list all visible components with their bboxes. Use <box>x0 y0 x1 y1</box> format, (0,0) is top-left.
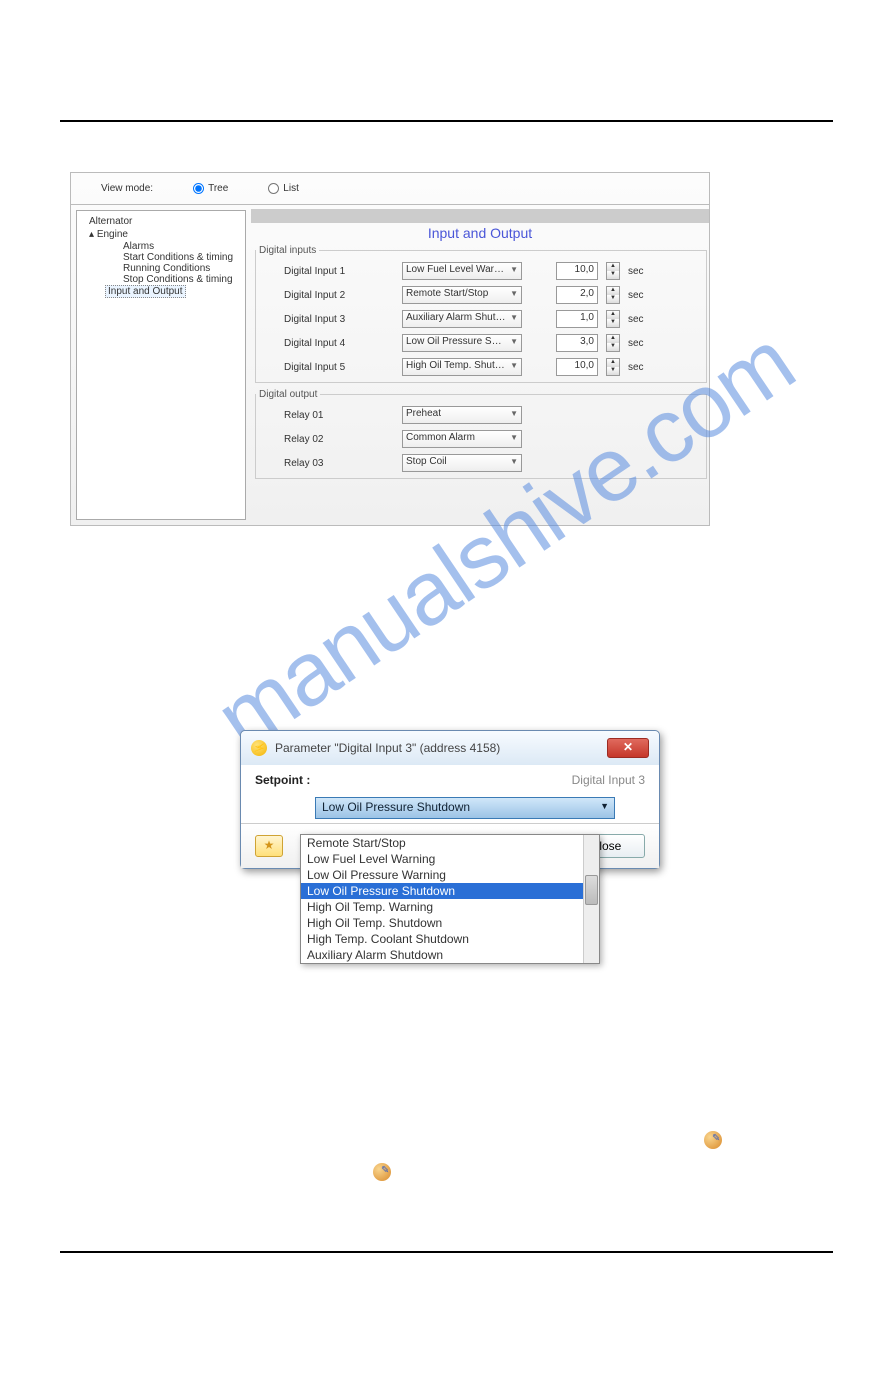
view-mode-row: View mode: Tree List <box>71 179 709 204</box>
tree-stop[interactable]: Stop Conditions & timing <box>79 274 243 285</box>
input1-delay[interactable]: 10,0 <box>556 262 598 280</box>
input-row-4: Digital Input 4 Low Oil Pressure Shutdow 3… <box>256 328 706 352</box>
view-mode-tree[interactable]: Tree <box>193 183 228 194</box>
option-1[interactable]: Low Fuel Level Warning <box>301 851 599 867</box>
input5-spin[interactable]: ▲▼ <box>606 358 620 376</box>
input5-delay[interactable]: 10,0 <box>556 358 598 376</box>
page-rule-bottom <box>60 1251 833 1253</box>
digital-inputs-group: Digital inputs Digital Input 1 Low Fuel L… <box>255 245 707 383</box>
relay2-label: Relay 02 <box>284 434 394 445</box>
input5-label: Digital Input 5 <box>284 362 394 373</box>
input-row-3: Digital Input 3 Auxiliary Alarm Shutdown 1… <box>256 304 706 328</box>
input-row-2: Digital Input 2 Remote Start/Stop 2,0 ▲▼ sec <box>256 280 706 304</box>
input1-label: Digital Input 1 <box>284 266 394 277</box>
view-mode-label: View mode: <box>101 183 153 194</box>
input2-combo[interactable]: Remote Start/Stop <box>402 286 522 304</box>
tree-start[interactable]: Start Conditions & timing <box>79 252 243 263</box>
input1-spin[interactable]: ▲▼ <box>606 262 620 280</box>
dropdown-scrollbar[interactable] <box>583 835 599 963</box>
bolt-icon: ⚡ <box>251 740 267 756</box>
radio-tree[interactable] <box>193 183 204 194</box>
view-mode-list[interactable]: List <box>268 183 299 194</box>
input3-combo[interactable]: Auxiliary Alarm Shutdown <box>402 310 522 328</box>
digital-output-group: Digital output Relay 01 Preheat Relay 02 C… <box>255 389 707 479</box>
input3-label: Digital Input 3 <box>284 314 394 325</box>
digital-inputs-legend: Digital inputs <box>256 245 319 256</box>
settings-panel: View mode: Tree List Alternator ▴ Engine… <box>70 172 710 526</box>
page-rule-top <box>60 120 833 122</box>
dialog-title-text: Parameter "Digital Input 3" (address 415… <box>275 741 500 755</box>
content-pane: Input and Output Digital inputs Digital … <box>251 205 709 525</box>
input2-label: Digital Input 2 <box>284 290 394 301</box>
input4-label: Digital Input 4 <box>284 338 394 349</box>
dialog-body: Setpoint : Digital Input 3 Low Oil Pressu… <box>241 765 659 823</box>
option-7[interactable]: Auxiliary Alarm Shutdown <box>301 947 599 963</box>
option-0[interactable]: Remote Start/Stop <box>301 835 599 851</box>
relay3-label: Relay 03 <box>284 458 394 469</box>
edit-icon <box>704 1131 722 1149</box>
option-3[interactable]: Low Oil Pressure Shutdown <box>301 883 599 899</box>
input4-combo[interactable]: Low Oil Pressure Shutdow <box>402 334 522 352</box>
dialog-titlebar[interactable]: ⚡ Parameter "Digital Input 3" (address 41… <box>241 731 659 765</box>
relay3-combo[interactable]: Stop Coil <box>402 454 522 472</box>
tree-running[interactable]: Running Conditions <box>79 263 243 274</box>
input-row-1: Digital Input 1 Low Fuel Level Warning 10,… <box>256 256 706 280</box>
setpoint-select[interactable]: Low Oil Pressure Shutdown <box>315 797 615 819</box>
input4-unit: sec <box>628 338 644 349</box>
tree-io-label: Input and Output <box>105 285 186 298</box>
input3-unit: sec <box>628 314 644 325</box>
view-mode-list-label: List <box>283 183 299 194</box>
radio-list[interactable] <box>268 183 279 194</box>
output-row-2: Relay 02 Common Alarm <box>256 424 706 448</box>
output-row-1: Relay 01 Preheat <box>256 400 706 424</box>
option-6[interactable]: High Temp. Coolant Shutdown <box>301 931 599 947</box>
tree-view[interactable]: Alternator ▴ Engine Alarms Start Conditi… <box>76 210 246 520</box>
input-row-5: Digital Input 5 High Oil Temp. Shutdown 10… <box>256 352 706 376</box>
view-mode-tree-label: Tree <box>208 183 228 194</box>
favorite-button[interactable]: ★ <box>255 835 283 857</box>
input4-delay[interactable]: 3,0 <box>556 334 598 352</box>
close-icon[interactable]: ✕ <box>607 738 649 758</box>
edit-icon <box>373 1163 391 1181</box>
content-header-bar <box>251 209 709 223</box>
tree-io[interactable]: Input and Output <box>79 285 243 298</box>
option-4[interactable]: High Oil Temp. Warning <box>301 899 599 915</box>
relay1-label: Relay 01 <box>284 410 394 421</box>
input2-delay[interactable]: 2,0 <box>556 286 598 304</box>
input1-combo[interactable]: Low Fuel Level Warning <box>402 262 522 280</box>
dropdown-list[interactable]: Remote Start/Stop Low Fuel Level Warning… <box>300 834 600 964</box>
output-row-3: Relay 03 Stop Coil <box>256 448 706 472</box>
input2-spin[interactable]: ▲▼ <box>606 286 620 304</box>
content-title: Input and Output <box>251 223 709 243</box>
option-5[interactable]: High Oil Temp. Shutdown <box>301 915 599 931</box>
tree-engine[interactable]: ▴ Engine <box>79 228 243 241</box>
relay2-combo[interactable]: Common Alarm <box>402 430 522 448</box>
input5-combo[interactable]: High Oil Temp. Shutdown <box>402 358 522 376</box>
digital-output-legend: Digital output <box>256 389 320 400</box>
relay1-combo[interactable]: Preheat <box>402 406 522 424</box>
tree-alternator[interactable]: Alternator <box>79 215 243 228</box>
input5-unit: sec <box>628 362 644 373</box>
option-2[interactable]: Low Oil Pressure Warning <box>301 867 599 883</box>
setpoint-label: Setpoint : <box>255 773 310 787</box>
param-name: Digital Input 3 <box>572 773 645 787</box>
tree-alarms[interactable]: Alarms <box>79 241 243 252</box>
input3-spin[interactable]: ▲▼ <box>606 310 620 328</box>
tree-engine-label: Engine <box>97 229 128 240</box>
input4-spin[interactable]: ▲▼ <box>606 334 620 352</box>
input3-delay[interactable]: 1,0 <box>556 310 598 328</box>
scroll-thumb[interactable] <box>585 875 598 905</box>
input1-unit: sec <box>628 266 644 277</box>
input2-unit: sec <box>628 290 644 301</box>
